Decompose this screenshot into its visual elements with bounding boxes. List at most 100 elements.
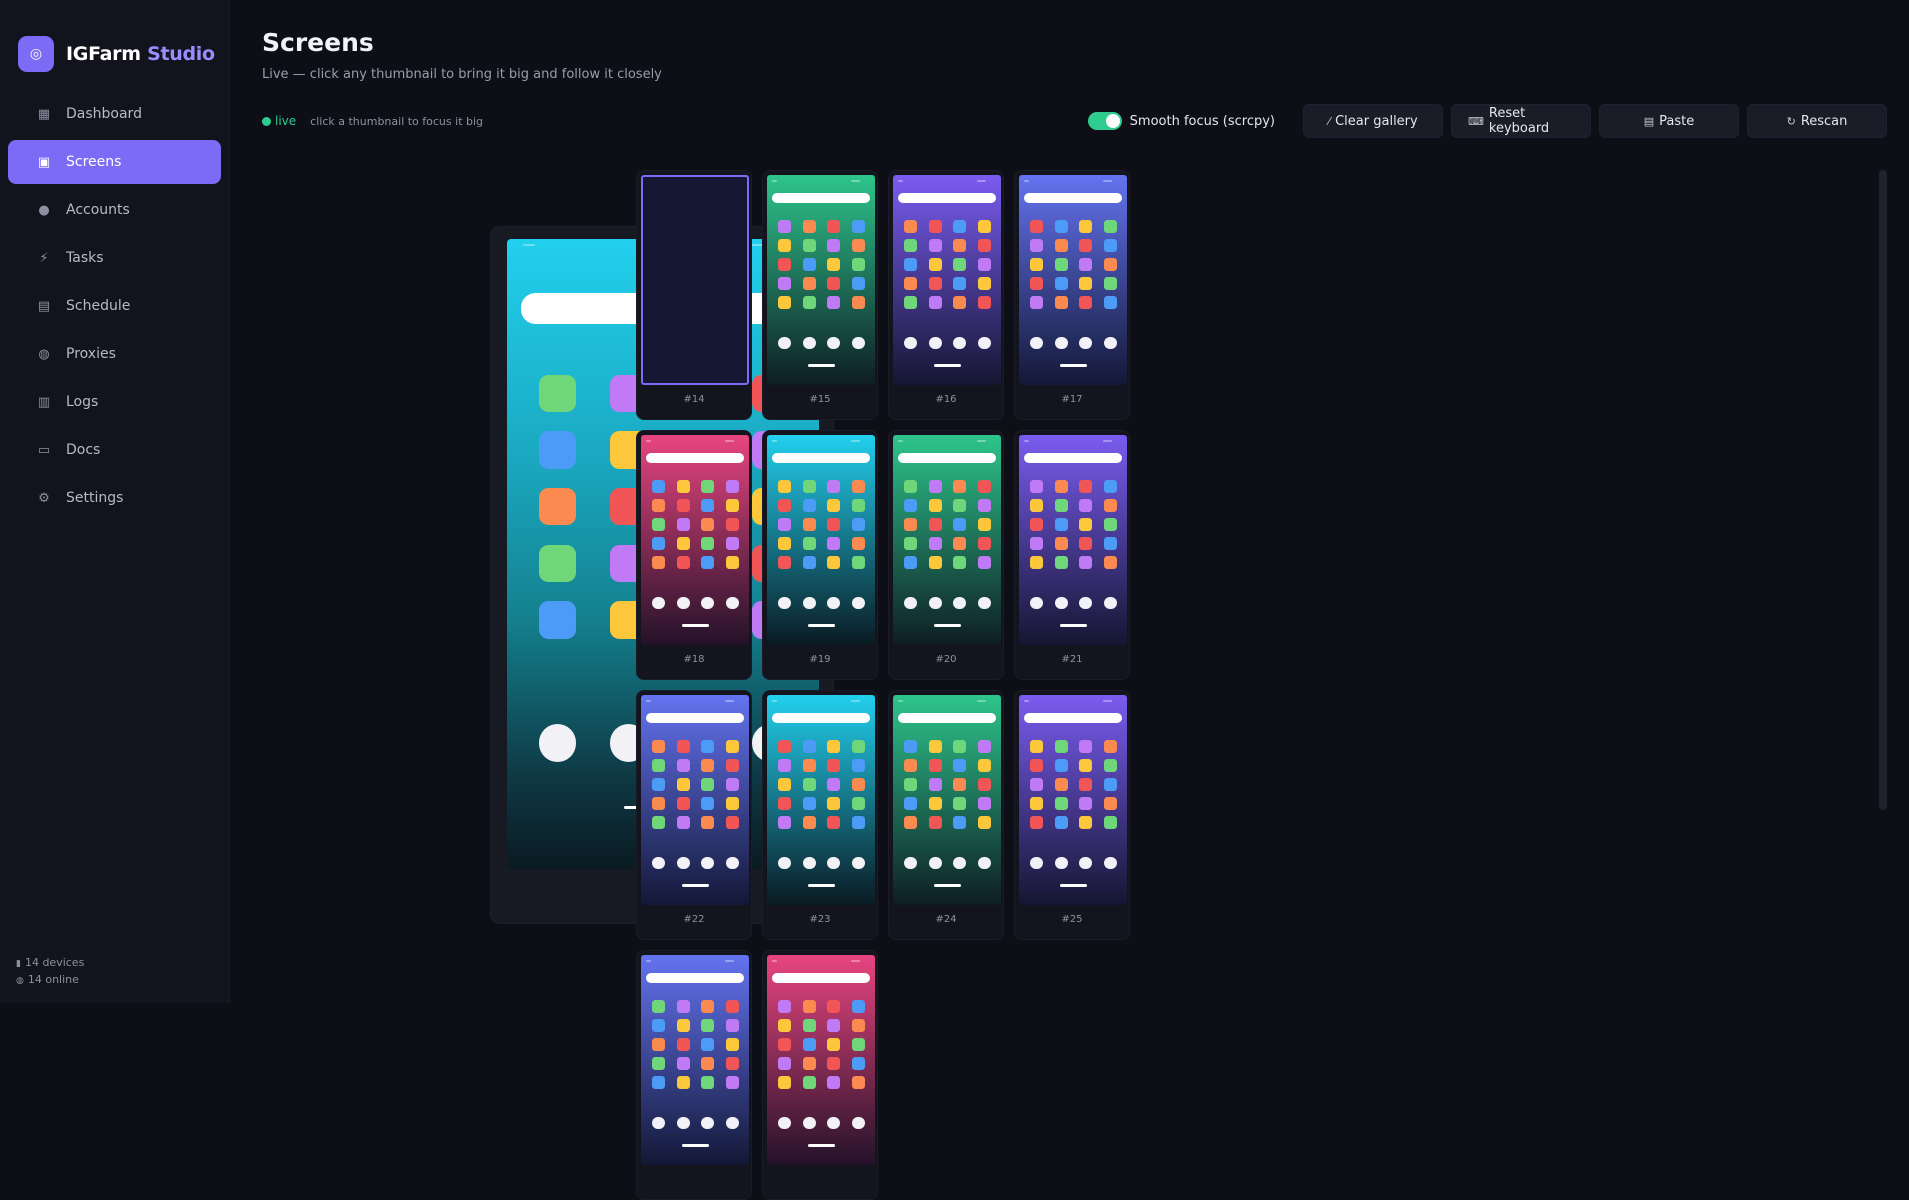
- app-icon: [701, 758, 715, 772]
- dock-icon: [1054, 856, 1068, 870]
- app-icon: [676, 796, 690, 810]
- document-icon: ▥: [37, 394, 51, 410]
- scrollbar-thumb[interactable]: [1879, 170, 1887, 810]
- scrollbar[interactable]: [1879, 170, 1887, 810]
- home-indicator: [1059, 884, 1087, 887]
- app-icon: [904, 238, 917, 252]
- smooth-focus-label: Smooth focus (scrcpy): [1129, 113, 1275, 129]
- app-icon: [725, 815, 739, 829]
- device-screen-thumb[interactable]: [767, 435, 875, 645]
- device-screen-thumb[interactable]: [641, 695, 749, 905]
- app-icon: [778, 555, 791, 569]
- app-icon: [904, 555, 917, 569]
- app-icon: [1079, 257, 1093, 271]
- device-screen-thumb[interactable]: [1019, 175, 1127, 385]
- device-screen-thumb[interactable]: [1019, 695, 1127, 905]
- device-screen-thumb[interactable]: [641, 175, 749, 385]
- device-thumbnail[interactable]: #17: [1014, 170, 1130, 420]
- live-hint: click a thumbnail to focus it big: [310, 114, 484, 128]
- app-icon: [652, 999, 665, 1013]
- device-thumbnail[interactable]: [636, 950, 752, 1200]
- device-thumbnail[interactable]: #24: [888, 690, 1004, 940]
- sidebar-item-dashboard[interactable]: ▦ Dashboard: [8, 92, 221, 136]
- status-bar: [767, 955, 875, 969]
- sidebar-item-accounts[interactable]: ● Accounts: [8, 188, 221, 232]
- dock-icon: [904, 596, 917, 610]
- clear-gallery-button[interactable]: ⁄ Clear gallery: [1303, 104, 1443, 138]
- rescan-button[interactable]: ↻ Rescan: [1747, 104, 1887, 138]
- device-screen-thumb[interactable]: [767, 955, 875, 1165]
- device-thumbnail[interactable]: #25: [1014, 690, 1130, 940]
- app-icon: [701, 815, 715, 829]
- app-icon: [778, 219, 791, 233]
- device-thumbnail[interactable]: #19: [762, 430, 878, 680]
- device-screen-thumb[interactable]: [1019, 435, 1127, 645]
- device-screen-thumb[interactable]: [641, 435, 749, 645]
- sidebar-item-screens[interactable]: ▣ Screens: [8, 140, 221, 184]
- dock-icon: [977, 596, 991, 610]
- sidebar-item-schedule[interactable]: ▤ Schedule: [8, 284, 221, 328]
- sidebar-item-logs[interactable]: ▥ Logs: [8, 380, 221, 424]
- device-thumbnail[interactable]: #16: [888, 170, 1004, 420]
- brand: ◎ IGFarm Studio: [0, 0, 229, 84]
- dock-icon: [904, 336, 917, 350]
- status-indicator: [772, 180, 777, 182]
- device-thumbnail[interactable]: [762, 950, 878, 1200]
- brand-name-text: IGFarm: [66, 43, 141, 65]
- device-screen-thumb[interactable]: [641, 955, 749, 1165]
- device-screen-thumb[interactable]: [767, 175, 875, 385]
- device-thumbnail[interactable]: #21: [1014, 430, 1130, 680]
- device-thumbnail[interactable]: #14: [636, 170, 752, 420]
- device-thumbnail[interactable]: #22: [636, 690, 752, 940]
- status-indicator: [851, 180, 860, 182]
- app-icon: [904, 276, 917, 290]
- app-icon: [1079, 555, 1093, 569]
- app-icon: [851, 999, 865, 1013]
- search-bar: [1023, 452, 1123, 464]
- app-icon: [778, 238, 791, 252]
- search-bar: [1023, 712, 1123, 724]
- device-screen-thumb[interactable]: [893, 695, 1001, 905]
- app-icon: [851, 739, 865, 753]
- app-icon: [652, 517, 665, 531]
- sidebar: ◎ IGFarm Studio ▦ Dashboard ▣ Screens ● Accou…: [0, 0, 230, 1003]
- home-indicator: [807, 1144, 835, 1147]
- status-bar: [767, 175, 875, 189]
- paste-button[interactable]: ▤ Paste: [1599, 104, 1739, 138]
- app-icon: [953, 555, 967, 569]
- app-icon: [1054, 536, 1068, 550]
- app-icon: [778, 777, 791, 791]
- device-thumbnail[interactable]: #23: [762, 690, 878, 940]
- app-icon: [676, 479, 690, 493]
- app-icon: [977, 219, 991, 233]
- app-icon: [1103, 479, 1117, 493]
- status-indicator: [851, 700, 860, 702]
- device-thumbnail[interactable]: #15: [762, 170, 878, 420]
- app-icon: [652, 536, 665, 550]
- app-icon: [953, 276, 967, 290]
- camera-icon: ◎: [18, 36, 54, 72]
- device-screen-thumb[interactable]: [767, 695, 875, 905]
- dock-icon: [1030, 336, 1043, 350]
- sidebar-item-label: Tasks: [66, 250, 104, 266]
- sidebar-item-settings[interactable]: ⚙ Settings: [8, 476, 221, 520]
- reset-keyboard-button[interactable]: ⌨ Reset keyboard: [1451, 104, 1591, 138]
- device-screen-thumb[interactable]: [893, 175, 1001, 385]
- app-icon: [953, 758, 967, 772]
- device-screen-thumb[interactable]: [893, 435, 1001, 645]
- sidebar-item-proxies[interactable]: ◍ Proxies: [8, 332, 221, 376]
- app-icon: [1079, 276, 1093, 290]
- app-icon: [725, 555, 739, 569]
- status-indicator: [772, 960, 777, 962]
- device-thumbnail[interactable]: #18: [636, 430, 752, 680]
- device-thumbnail[interactable]: #20: [888, 430, 1004, 680]
- thumbnail-label: #17: [1061, 394, 1083, 405]
- globe-icon: ◍: [38, 346, 50, 362]
- app-icon: [778, 999, 791, 1013]
- search-bar: [771, 972, 871, 984]
- brush-icon: ⁄: [1328, 114, 1331, 128]
- app-icon: [928, 555, 942, 569]
- sidebar-item-tasks[interactable]: ⚡ Tasks: [8, 236, 221, 280]
- sidebar-item-docs[interactable]: ▭ Docs: [8, 428, 221, 472]
- smooth-focus-toggle[interactable]: [1087, 112, 1122, 130]
